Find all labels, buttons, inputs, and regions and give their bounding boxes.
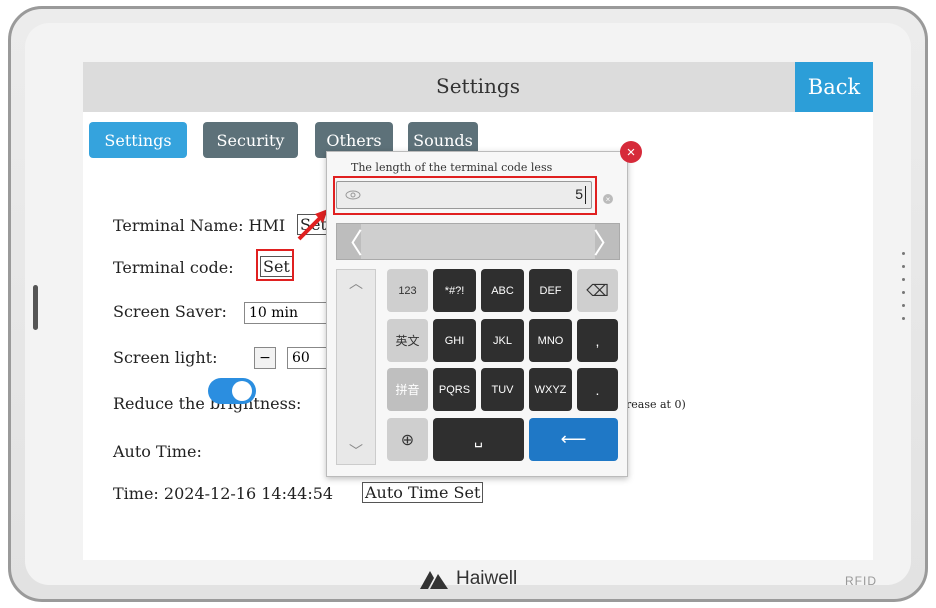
candidate-bar: 〈 〉 xyxy=(335,223,621,260)
input-highlight-box xyxy=(333,176,597,215)
terminal-name-label: Terminal Name: HMI xyxy=(113,216,286,235)
clear-input-icon[interactable]: × xyxy=(603,194,613,204)
key-mno[interactable]: MNO xyxy=(529,319,572,362)
enter-key[interactable]: ⟵ xyxy=(529,418,618,461)
tab-settings[interactable]: Settings xyxy=(89,122,187,158)
key-jkl[interactable]: JKL xyxy=(481,319,524,362)
terminal-code-label: Terminal code: xyxy=(113,258,234,277)
screen-light-label: Screen light: xyxy=(113,348,218,367)
key-pqrs[interactable]: PQRS xyxy=(433,368,476,411)
key-english-mode[interactable]: 英文 xyxy=(387,319,428,362)
key-def[interactable]: DEF xyxy=(529,269,572,312)
highlight-box xyxy=(256,249,294,281)
input-hint: The length of the terminal code less xyxy=(351,161,553,174)
screen-saver-label: Screen Saver: xyxy=(113,302,227,321)
keyboard-popup: The length of the terminal code less 5 ×… xyxy=(326,151,628,477)
auto-time-toggle[interactable] xyxy=(208,378,256,404)
brand-logo-area: Haiwell xyxy=(418,568,517,590)
chevron-up-icon[interactable]: ︿ xyxy=(337,272,375,294)
key-wxyz[interactable]: WXYZ xyxy=(529,368,572,411)
key-tuv[interactable]: TUV xyxy=(481,368,524,411)
candidate-next-button[interactable]: 〉 xyxy=(593,224,621,260)
haiwell-logo-icon xyxy=(420,571,448,589)
side-button xyxy=(33,285,38,330)
backspace-key[interactable]: ⌫ xyxy=(577,269,618,312)
key-period[interactable]: . xyxy=(577,368,618,411)
screen-saver-input[interactable]: 10 min xyxy=(244,302,334,324)
back-button[interactable]: Back xyxy=(795,62,873,112)
brand-name: Haiwell xyxy=(456,568,518,589)
close-icon[interactable]: × xyxy=(620,141,642,163)
tab-security[interactable]: Security xyxy=(203,122,298,158)
candidate-prev-button[interactable]: 〈 xyxy=(335,224,363,260)
reduce-brightness-label: Reduce the brightness: xyxy=(113,394,302,413)
key-comma[interactable]: , xyxy=(577,319,618,362)
key-ghi[interactable]: GHI xyxy=(433,319,476,362)
speaker-dots xyxy=(902,252,906,330)
space-key[interactable]: ␣ xyxy=(433,418,524,461)
rfid-label: RFID xyxy=(845,574,877,588)
auto-time-label: Auto Time: xyxy=(113,442,202,461)
auto-time-set-button[interactable]: Auto Time Set xyxy=(362,482,484,503)
key-pinyin-mode[interactable]: 拼音 xyxy=(387,368,428,411)
keyboard-side-scroll: ︿ ﹀ xyxy=(336,269,376,465)
globe-icon[interactable]: ⊕ xyxy=(387,418,428,461)
screen-light-decrease-button[interactable]: − xyxy=(254,347,276,369)
page-title: Settings xyxy=(436,74,520,98)
title-bar: Settings Back xyxy=(83,62,873,112)
key-123[interactable]: 123 xyxy=(387,269,428,312)
key-symbols[interactable]: *#?! xyxy=(433,269,476,312)
time-label: Time: 2024-12-16 14:44:54 xyxy=(113,484,334,503)
key-abc[interactable]: ABC xyxy=(481,269,524,312)
toggle-knob xyxy=(232,381,252,401)
chevron-down-icon[interactable]: ﹀ xyxy=(337,440,375,462)
brightness-hint: rease at 0) xyxy=(626,398,686,411)
